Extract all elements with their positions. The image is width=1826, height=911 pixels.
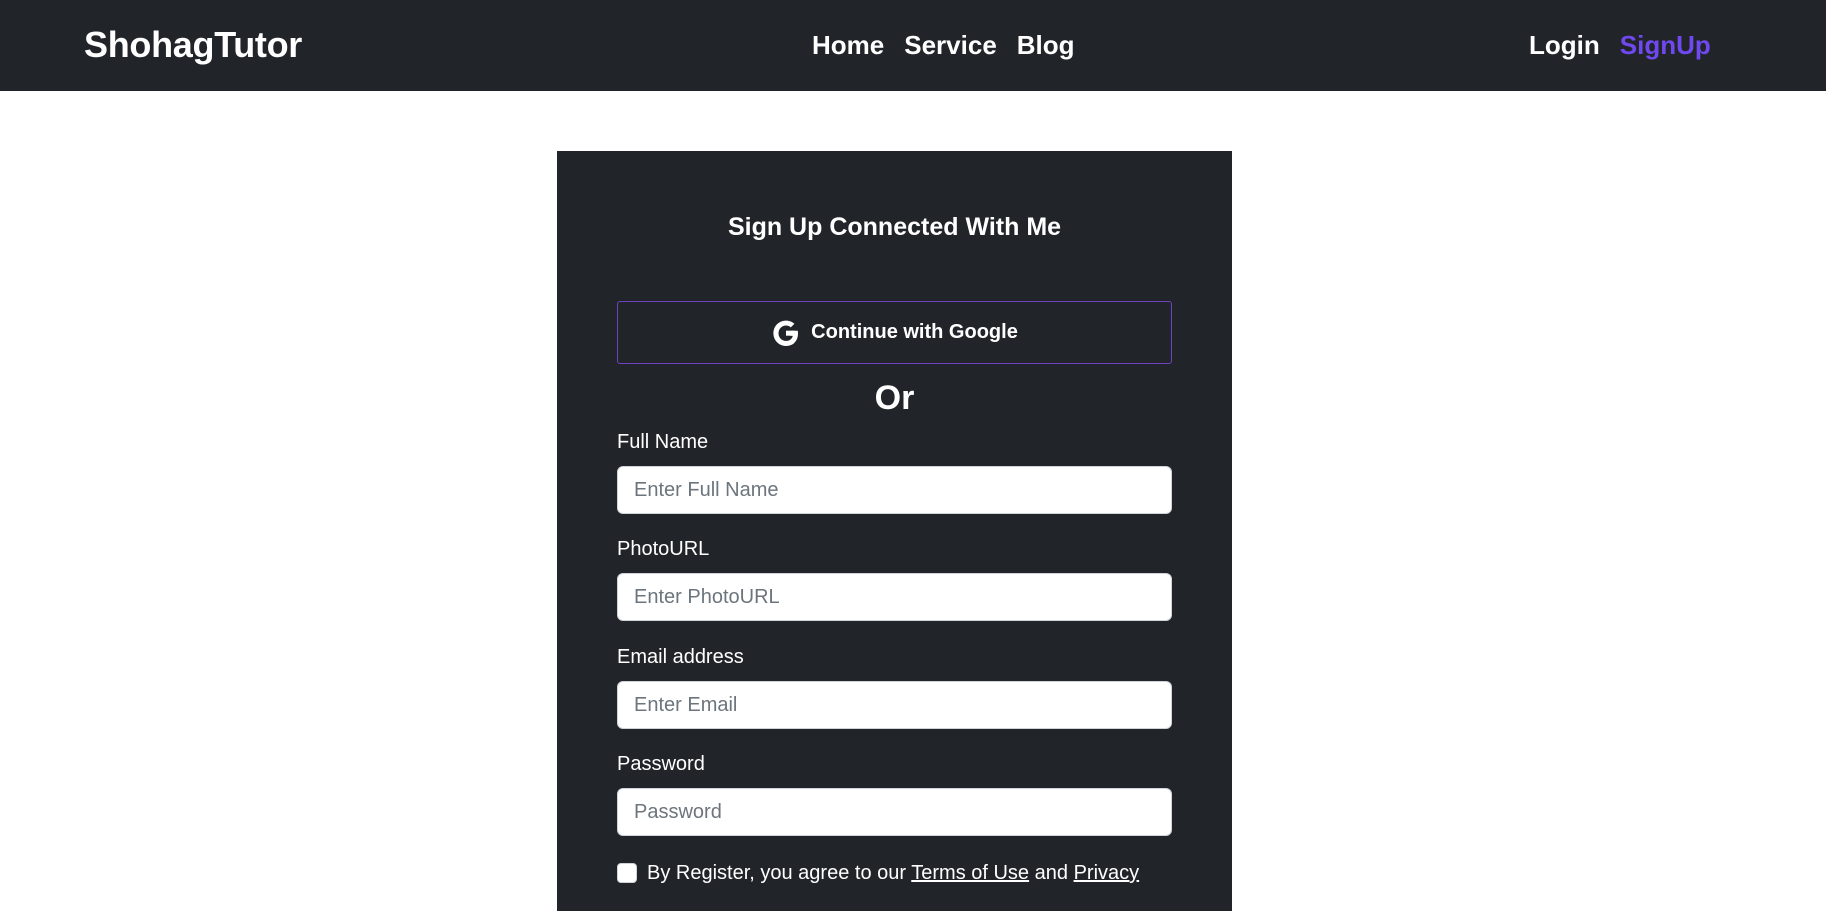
privacy-link[interactable]: Privacy [1074, 862, 1140, 884]
nav-link-service[interactable]: Service [904, 26, 997, 64]
main-nav: Home Service Blog [812, 26, 1075, 64]
email-input[interactable] [617, 681, 1172, 729]
terms-checkbox[interactable] [617, 863, 637, 883]
nav-link-home[interactable]: Home [812, 26, 884, 64]
terms-agreement: By Register, you agree to our Terms of U… [617, 858, 1217, 888]
top-navbar: ShohagTutor Home Service Blog Login Sign… [0, 0, 1826, 91]
email-label: Email address [617, 646, 744, 668]
brand-logo[interactable]: ShohagTutor [84, 22, 302, 68]
auth-nav: Login SignUp [1529, 26, 1711, 64]
google-signin-button[interactable]: Continue with Google [617, 301, 1172, 364]
password-label: Password [617, 753, 705, 775]
google-icon [771, 318, 801, 348]
or-divider: Or [874, 379, 915, 417]
terms-conjunction: and [1034, 862, 1068, 884]
full-name-label: Full Name [617, 431, 709, 453]
photo-url-label: PhotoURL [617, 538, 710, 560]
nav-link-blog[interactable]: Blog [1017, 26, 1075, 64]
full-name-input[interactable] [617, 466, 1172, 514]
signup-title: Sign Up Connected With Me [727, 213, 1062, 241]
nav-link-signup[interactable]: SignUp [1620, 26, 1711, 64]
terms-of-use-link[interactable]: Terms of Use [911, 862, 1029, 884]
terms-text: By Register, you agree to our Terms of U… [647, 858, 1139, 888]
photo-url-input[interactable] [617, 573, 1172, 621]
google-button-label: Continue with Google [811, 321, 1018, 343]
signup-card: Sign Up Connected With Me Continue with … [557, 151, 1232, 911]
nav-link-login[interactable]: Login [1529, 26, 1600, 64]
terms-prefix: By Register, you agree to our [647, 862, 907, 884]
password-input[interactable] [617, 788, 1172, 836]
